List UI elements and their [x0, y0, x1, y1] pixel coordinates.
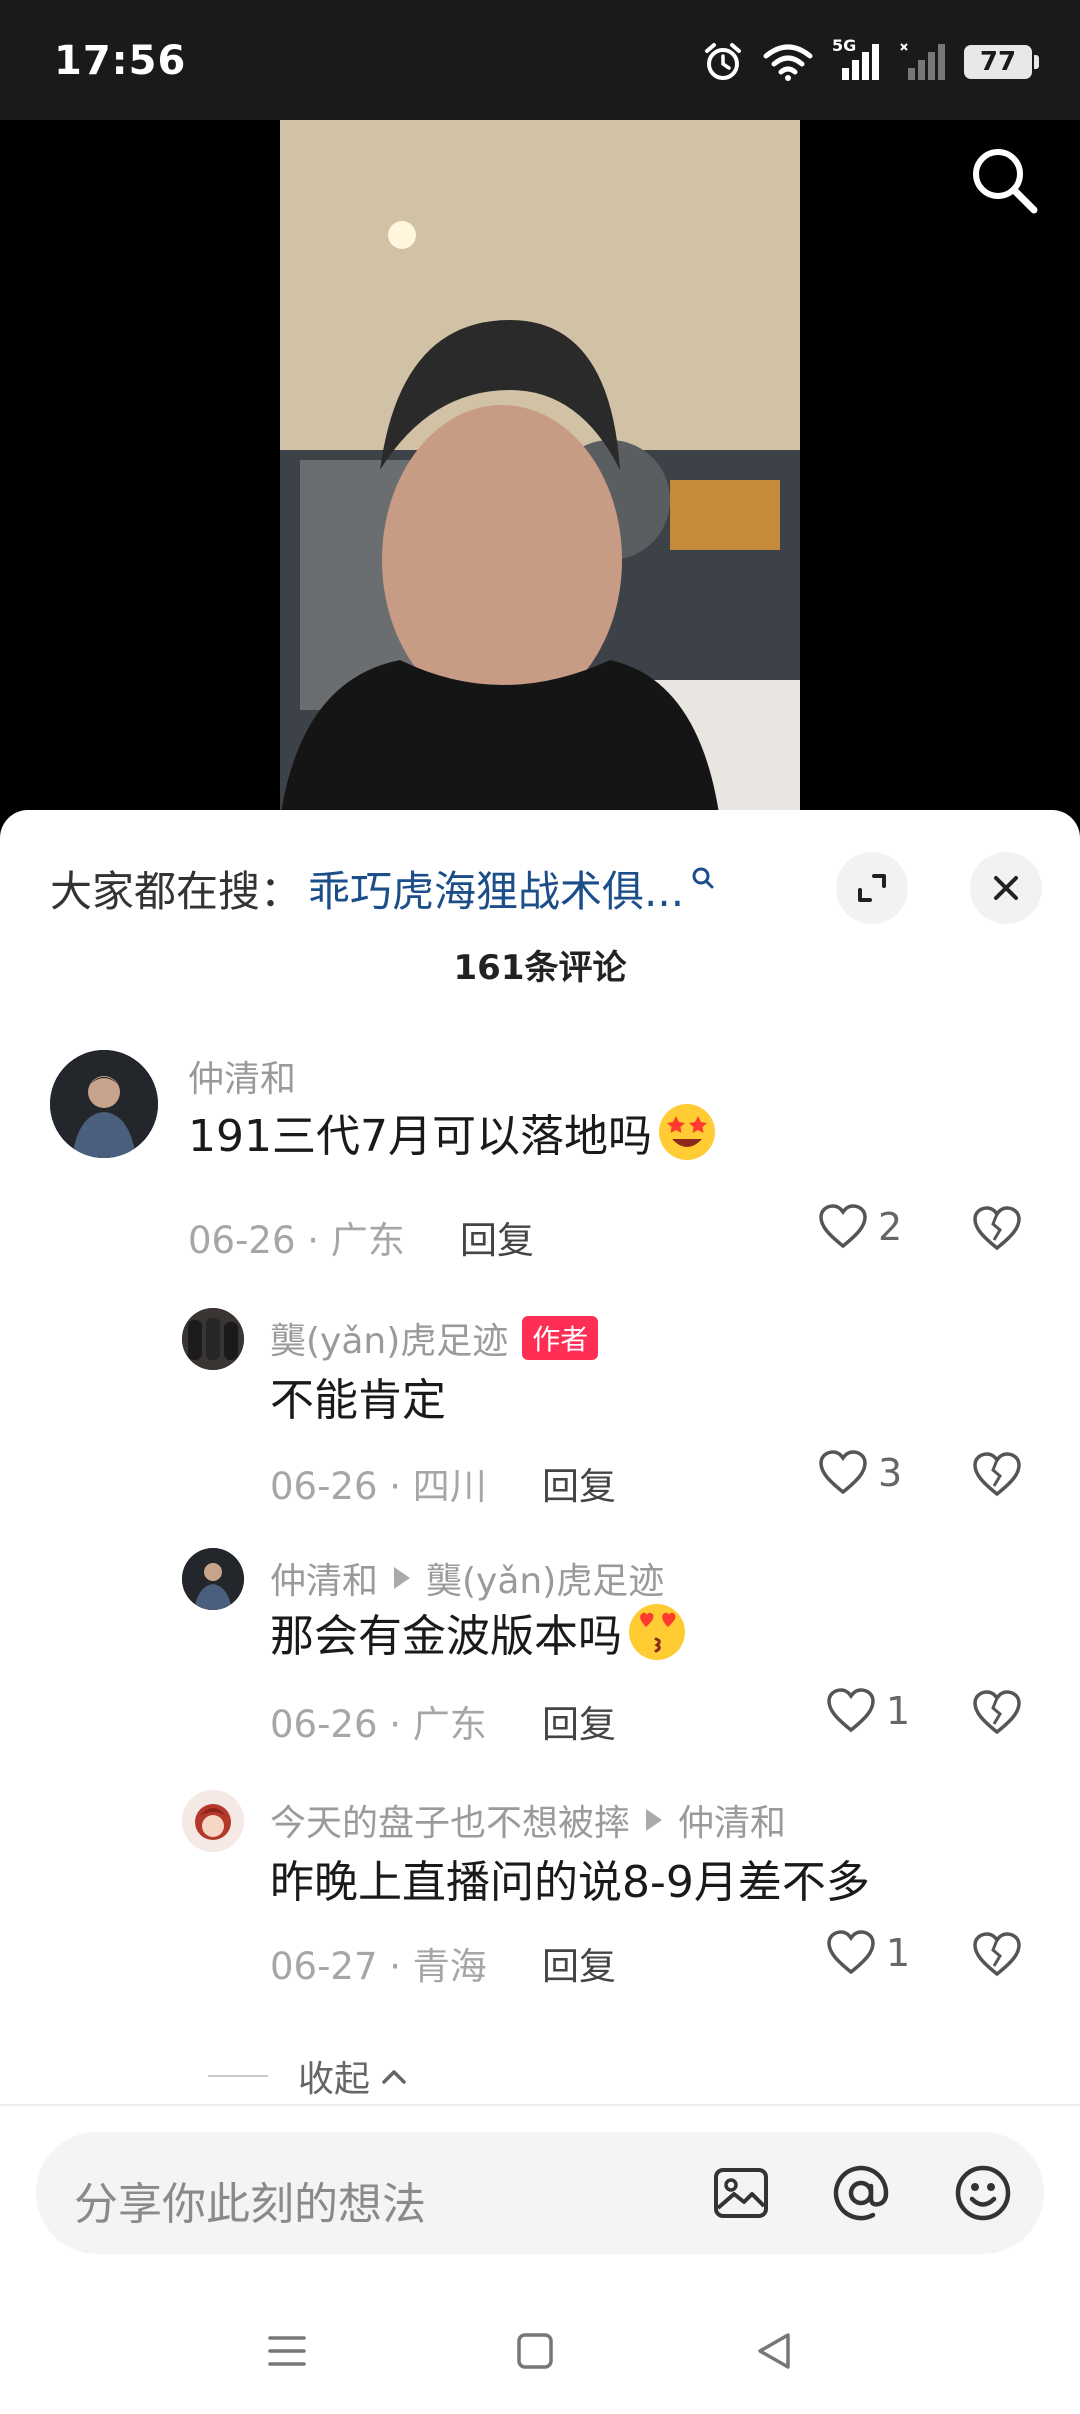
- status-bar: 17:56 5G 77: [0, 0, 1080, 120]
- avatar[interactable]: [182, 1308, 244, 1370]
- menu-icon[interactable]: [266, 2330, 308, 2372]
- comment-input[interactable]: 分享你此刻的想法: [74, 2168, 426, 2232]
- cellular-5g-icon: 5G: [832, 36, 882, 82]
- like-count: 1: [886, 1931, 911, 1975]
- comment-text: 不能肯定: [270, 1375, 446, 1426]
- home-icon[interactable]: [514, 2330, 556, 2372]
- author-name: 龑(yǎn)虎足迹: [270, 1321, 509, 1362]
- like-button[interactable]: 3: [818, 1450, 902, 1496]
- status-icons: 5G 77: [702, 36, 1039, 86]
- search-icon[interactable]: [966, 142, 1042, 218]
- heart-icon: [827, 1688, 875, 1733]
- comment-author[interactable]: 仲清和: [188, 1050, 296, 1102]
- input-divider: [0, 2104, 1080, 2106]
- kissing-heart-emoji-icon: [629, 1604, 685, 1660]
- like-count: 2: [878, 1205, 903, 1249]
- back-icon[interactable]: [754, 2330, 796, 2372]
- dislike-heart-icon[interactable]: [972, 1206, 1022, 1252]
- heart-icon: [827, 1930, 875, 1975]
- search-small-icon: [692, 867, 714, 889]
- reply-button[interactable]: 回复: [542, 1936, 616, 1990]
- reply-to-name[interactable]: 龑(yǎn)虎足迹: [426, 1552, 664, 1604]
- star-struck-emoji-icon: [658, 1104, 715, 1160]
- heart-icon: [819, 1204, 867, 1249]
- comment-date-location: 06-26 · 四川: [270, 1465, 487, 1508]
- comment-text-content: 那会有金波版本吗: [270, 1611, 622, 1662]
- battery-level: 77: [979, 47, 1017, 77]
- hot-search-term[interactable]: 乖巧虎海狸战术俱...: [308, 858, 684, 919]
- reply-button[interactable]: 回复: [542, 1694, 616, 1748]
- comment-author[interactable]: 今天的盘子也不想被摔 仲清和: [270, 1794, 786, 1846]
- author-badge: 作者: [522, 1316, 599, 1360]
- collapse-replies-button[interactable]: 收起: [208, 2050, 410, 2102]
- reply-button[interactable]: 回复: [460, 1210, 534, 1264]
- comment-author[interactable]: 仲清和 龑(yǎn)虎足迹: [270, 1552, 664, 1604]
- video-thumbnail: [280, 120, 800, 820]
- wifi-icon: [763, 44, 813, 81]
- comment-text: 191三代7月可以落地吗: [188, 1100, 718, 1164]
- reply-to-name[interactable]: 仲清和: [678, 1794, 786, 1846]
- dislike-heart-icon[interactable]: [972, 1452, 1022, 1498]
- avatar[interactable]: [182, 1790, 244, 1852]
- comment-author[interactable]: 龑(yǎn)虎足迹 作者: [270, 1312, 599, 1364]
- author-name: 仲清和: [270, 1561, 379, 1602]
- dislike-heart-icon[interactable]: [972, 1690, 1022, 1736]
- heart-icon: [819, 1450, 867, 1495]
- status-time: 17:56: [54, 38, 187, 84]
- collapse-label: 收起: [298, 2059, 371, 2100]
- system-nav-bar: [0, 2290, 1080, 2414]
- like-count: 3: [878, 1451, 903, 1495]
- hot-search-label: 大家都在搜：: [50, 866, 303, 916]
- cellular-no-signal-icon: [900, 43, 945, 80]
- avatar[interactable]: [182, 1548, 244, 1610]
- reply-item: 龑(yǎn)虎足迹 作者 不能肯定 06-26 · 四川 回复 3: [0, 1308, 1080, 1538]
- dislike-heart-icon[interactable]: [972, 1932, 1022, 1978]
- expand-button[interactable]: [836, 852, 908, 924]
- comments-panel: 大家都在搜： 乖巧虎海狸战术俱... 161条评论 仲清和 191三代7月可以落…: [0, 810, 1080, 2414]
- reply-item: 今天的盘子也不想被摔 仲清和 昨晚上直播问的说8-9月差不多 06-27 · 青…: [0, 1790, 1080, 2020]
- reply-item: 仲清和 龑(yǎn)虎足迹 那会有金波版本吗 06-26 · 广东 回复 1: [0, 1548, 1080, 1778]
- close-button[interactable]: [970, 852, 1042, 924]
- mention-icon[interactable]: [828, 2160, 894, 2226]
- avatar[interactable]: [50, 1050, 158, 1158]
- like-button[interactable]: 1: [826, 1688, 910, 1734]
- author-name: 今天的盘子也不想被摔: [270, 1803, 631, 1844]
- comment-text: 那会有金波版本吗: [270, 1600, 688, 1664]
- video-player[interactable]: [0, 120, 1080, 820]
- expand-icon: [858, 874, 886, 902]
- comment-item: 仲清和 191三代7月可以落地吗 06-26 · 广东 回复 2: [0, 1050, 1080, 1290]
- reply-arrow-icon: [394, 1567, 411, 1589]
- comment-text: 昨晚上直播问的说8-9月差不多: [270, 1857, 870, 1908]
- alarm-icon: [705, 43, 741, 80]
- comment-input-bar[interactable]: 分享你此刻的想法: [36, 2132, 1044, 2254]
- close-icon: [994, 876, 1018, 900]
- comment-date-location: 06-27 · 青海: [270, 1945, 487, 1988]
- collapse-divider: [208, 2075, 268, 2077]
- comment-text-content: 191三代7月可以落地吗: [188, 1111, 652, 1162]
- reply-arrow-icon: [646, 1809, 663, 1831]
- like-button[interactable]: 2: [818, 1204, 902, 1250]
- reply-button[interactable]: 回复: [542, 1456, 616, 1510]
- comment-count: 161条评论: [453, 948, 627, 988]
- chevron-up-icon: [382, 2070, 406, 2084]
- battery-icon: 77: [964, 45, 1039, 79]
- comment-date-location: 06-26 · 广东: [270, 1703, 487, 1746]
- like-button[interactable]: 1: [826, 1930, 910, 1976]
- video-frame[interactable]: [280, 120, 800, 820]
- like-count: 1: [886, 1689, 911, 1733]
- comment-date-location: 06-26 · 广东: [188, 1219, 405, 1262]
- image-icon[interactable]: [708, 2160, 774, 2226]
- emoji-icon[interactable]: [950, 2160, 1016, 2226]
